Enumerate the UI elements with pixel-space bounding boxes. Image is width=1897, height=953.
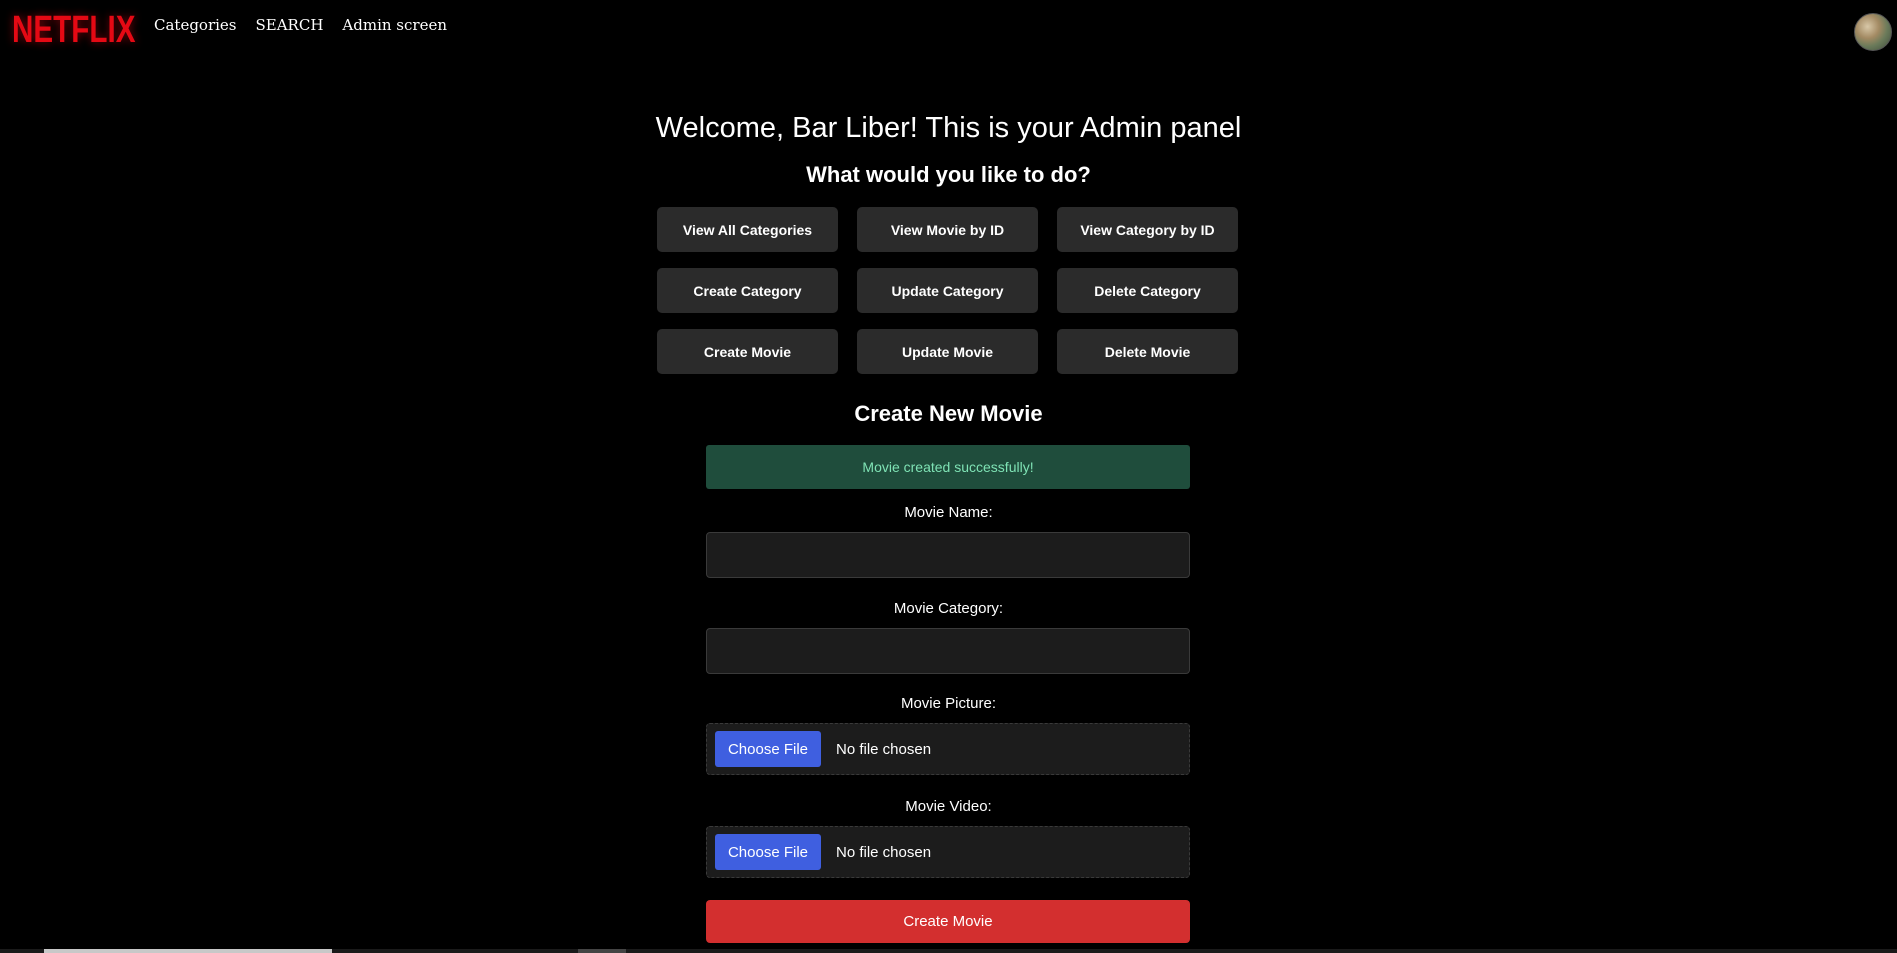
top-navbar: NETFLIX Categories SEARCH Admin screen [0, 0, 1897, 51]
view-category-by-id-button[interactable]: View Category by ID [1057, 207, 1238, 252]
welcome-heading: Welcome, Bar Liber! This is your Admin p… [655, 112, 1242, 144]
delete-category-button[interactable]: Delete Category [1057, 268, 1238, 313]
create-category-button[interactable]: Create Category [657, 268, 838, 313]
nav-links: Categories SEARCH Admin screen [154, 16, 447, 34]
picture-choose-file-button[interactable]: Choose File [715, 731, 821, 767]
movie-video-label: Movie Video: [905, 798, 992, 815]
video-file-status: No file chosen [836, 843, 932, 861]
video-choose-file-button[interactable]: Choose File [715, 834, 821, 870]
scrollbar-thumb[interactable] [44, 949, 332, 953]
create-movie-button[interactable]: Create Movie [657, 329, 838, 374]
view-movie-by-id-button[interactable]: View Movie by ID [857, 207, 1038, 252]
form-title: Create New Movie [854, 401, 1043, 426]
picture-file-status: No file chosen [836, 740, 932, 758]
admin-page: NETFLIX Categories SEARCH Admin screen W… [0, 0, 1897, 953]
update-movie-button[interactable]: Update Movie [857, 329, 1038, 374]
user-avatar-icon[interactable] [1854, 13, 1892, 51]
scrollbar-marker [578, 949, 626, 953]
create-movie-submit-button[interactable]: Create Movie [706, 900, 1190, 943]
movie-name-label: Movie Name: [904, 504, 993, 521]
movie-category-input[interactable] [706, 628, 1190, 674]
nav-link-categories[interactable]: Categories [154, 16, 237, 34]
view-all-categories-button[interactable]: View All Categories [657, 207, 838, 252]
movie-picture-label: Movie Picture: [900, 695, 997, 712]
movie-category-label: Movie Category: [893, 600, 1004, 617]
nav-link-admin-screen[interactable]: Admin screen [342, 16, 447, 34]
success-message: Movie created successfully! [706, 445, 1190, 489]
update-category-button[interactable]: Update Category [857, 268, 1038, 313]
delete-movie-button[interactable]: Delete Movie [1057, 329, 1238, 374]
netflix-logo[interactable]: NETFLIX [12, 9, 135, 51]
nav-link-search[interactable]: SEARCH [256, 16, 324, 34]
movie-name-input[interactable] [706, 532, 1190, 578]
admin-actions-grid: View All Categories View Movie by ID Vie… [657, 207, 1238, 374]
movie-video-file-input[interactable]: Choose File No file chosen [706, 826, 1190, 878]
question-heading: What would you like to do? [806, 162, 1091, 187]
movie-picture-file-input[interactable]: Choose File No file chosen [706, 723, 1190, 775]
